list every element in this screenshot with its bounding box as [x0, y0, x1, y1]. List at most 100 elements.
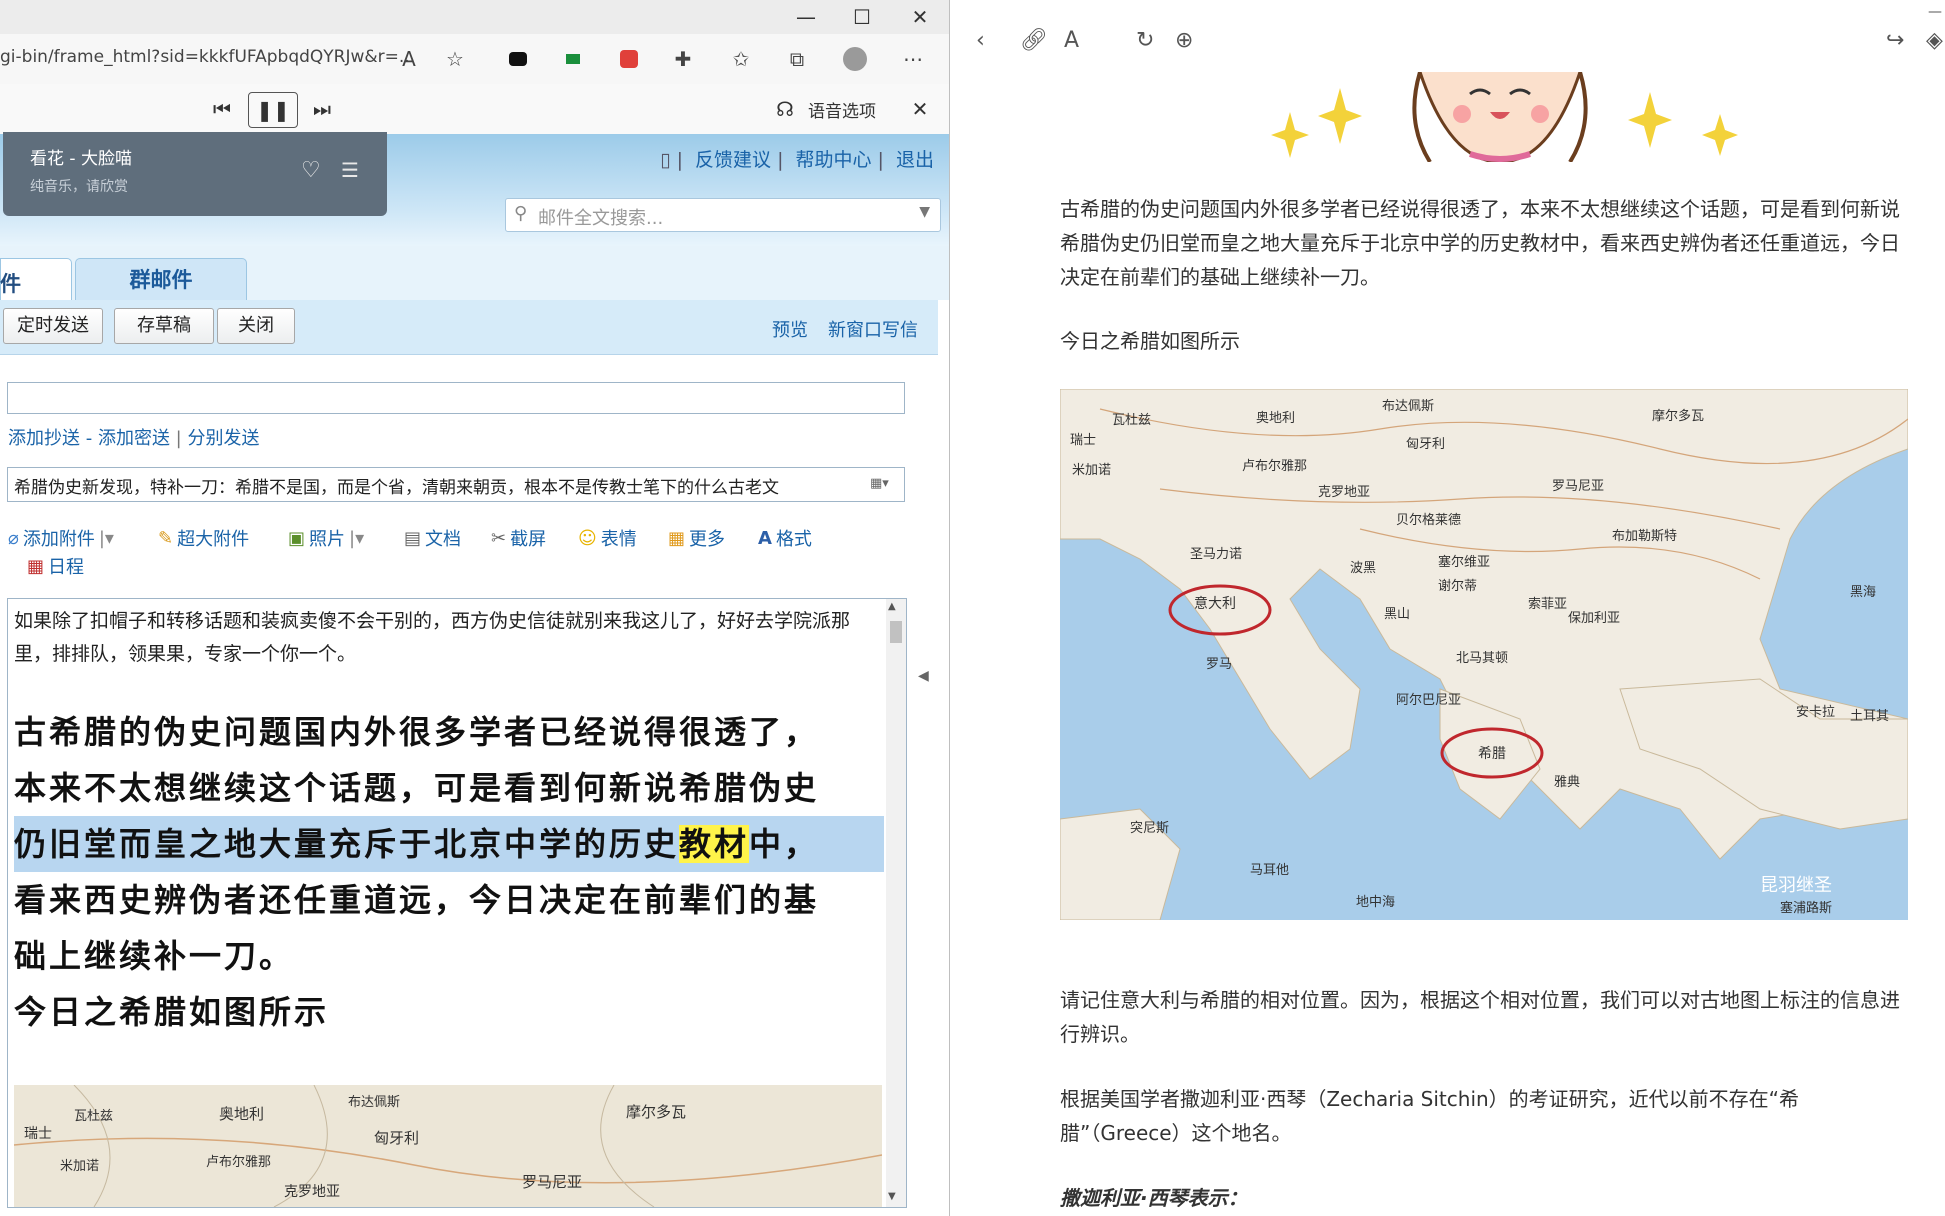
logout-link[interactable]: 退出	[896, 149, 934, 171]
more-menu-icon[interactable]: ⋯	[898, 44, 928, 74]
map-label: 北马其顿	[1456, 651, 1509, 666]
new-window-compose-link[interactable]: 新窗口写信	[828, 316, 918, 342]
url-field[interactable]: gi-bin/frame_html?sid=kkkfUFApbqdQYRJw&r…	[0, 47, 415, 67]
mail-body-editor[interactable]: 如果除了扣帽子和转移话题和装疯卖傻不会干别的，西方伪史信徒就别来我这儿了，好好去…	[7, 598, 907, 1208]
extension-green-icon[interactable]	[558, 44, 588, 74]
map-label: 突尼斯	[1130, 821, 1170, 836]
article-body: 古希腊的伪史问题国内外很多学者已经说得很透了，本来不太想继续这个话题，可是看到何…	[1060, 192, 1910, 388]
add-bcc-link[interactable]: 添加密送	[98, 428, 170, 449]
minimize-right-icon[interactable]: —	[1928, 4, 1942, 20]
puzzle-icon[interactable]: ✚	[668, 44, 698, 74]
search-icon: ⚲	[514, 203, 528, 224]
article-paragraph: 今日之希腊如图所示	[1060, 329, 1240, 353]
map-label: 奥地利	[1256, 411, 1296, 426]
big-attachment-button[interactable]: ✎ 超大附件	[158, 525, 249, 551]
help-link[interactable]: 帮助中心	[796, 149, 872, 171]
close-read-aloud-icon[interactable]: ✕	[905, 92, 935, 126]
favorites-icon[interactable]: ✩	[726, 44, 756, 74]
title-bar: — ☐ ✕	[0, 0, 949, 34]
voice-options-button[interactable]: 语音选项	[808, 92, 876, 126]
read-aloud-bar: ⏮ ❚❚ ⏭ ☊ 语音选项 ✕	[0, 84, 949, 135]
photo-button[interactable]: ▣ 照片 |▾	[288, 525, 364, 551]
collections-icon[interactable]: ⧉	[782, 44, 812, 74]
back-icon[interactable]: ‹	[976, 28, 985, 53]
add-cc-link[interactable]: 添加抄送	[8, 428, 80, 449]
scheduled-send-button[interactable]: 定时发送	[3, 308, 103, 344]
heart-icon[interactable]: ♡	[301, 158, 321, 183]
map-label: 布达佩斯	[1382, 399, 1435, 414]
tab-group-mail[interactable]: 群邮件	[75, 258, 247, 301]
close-window-button[interactable]: ✕	[892, 0, 948, 34]
refresh-icon[interactable]: ↻	[1136, 28, 1154, 53]
profile-avatar-icon[interactable]	[840, 44, 870, 74]
scroll-down-icon[interactable]: ▼	[888, 1191, 896, 1202]
paperclip-icon: ⌀	[8, 527, 19, 549]
europe-map-image: 瑞士 瓦杜兹 奥地利 布达佩斯 摩尔多瓦 米加诺 卢布尔雅那 匈牙利 克罗地亚 …	[1060, 389, 1908, 920]
subject-field[interactable]: 希腊伪史新发现，特补一刀：希腊不是国，而是个省，清朝来朝贡，根本不是传教士笔下的…	[7, 467, 905, 502]
emoji-button[interactable]: ☺ 表情	[578, 525, 637, 551]
map-label: 黑海	[1850, 585, 1877, 600]
map-label: 阿尔巴尼亚	[1396, 693, 1462, 708]
close-compose-button[interactable]: 关闭	[217, 308, 295, 344]
editor-main-text: 古希腊的伪史问题国内外很多学者已经说得很透了， 本来不太想继续这个话题，可是看到…	[14, 704, 884, 1040]
globe-icon[interactable]: ⊕	[1175, 28, 1193, 53]
minimize-button[interactable]: —	[778, 0, 834, 34]
collapse-panel-icon[interactable]: ◀	[918, 668, 929, 684]
map-label-italy: 意大利	[1194, 596, 1236, 612]
cube-icon[interactable]: ◈	[1926, 28, 1943, 53]
mail-browser-window: — ☐ ✕ gi-bin/frame_html?sid=kkkfUFApbqdQ…	[0, 0, 950, 1216]
maximize-button[interactable]: ☐	[834, 0, 890, 34]
next-icon[interactable]: ⏭	[305, 92, 339, 126]
scroll-up-icon[interactable]: ▲	[888, 601, 896, 612]
more-tools-button[interactable]: ▦ 更多	[668, 525, 725, 551]
scroll-thumb[interactable]	[890, 621, 902, 643]
tab-compose[interactable]: 邮件	[0, 258, 72, 301]
editor-map-image: 瑞士 瓦杜兹 奥地利 布达佩斯 匈牙利 摩尔多瓦 米加诺 卢布尔雅那 克罗地亚 …	[14, 1085, 882, 1207]
extension-icon[interactable]	[503, 44, 533, 74]
link-icon[interactable]: 🔗︎	[1020, 28, 1048, 53]
map-label: 瑞士	[1070, 433, 1097, 448]
compose-actions: 定时发送 存草稿 关闭 预览 新窗口写信	[0, 300, 938, 355]
map-label: 匈牙利	[1406, 437, 1446, 452]
read-aloud-icon[interactable]: A	[394, 44, 424, 74]
music-title: 看花 - 大脸喵	[30, 149, 132, 169]
map-label-greece: 希腊	[1478, 746, 1506, 762]
font-size-icon[interactable]: A	[1064, 28, 1079, 53]
extension-red-icon[interactable]	[614, 44, 644, 74]
feedback-link[interactable]: 反馈建议	[695, 149, 771, 171]
previous-icon[interactable]: ⏮	[205, 92, 239, 126]
voice-icon: ☊	[776, 97, 794, 121]
playlist-icon[interactable]: ☰	[341, 158, 359, 182]
map-label: 摩尔多瓦	[1652, 409, 1705, 424]
phone-icon[interactable]: ▯	[660, 149, 670, 171]
big-attach-icon: ✎	[158, 527, 174, 549]
document-button[interactable]: ▤ 文档	[404, 525, 461, 551]
map-label: 瓦杜兹	[1112, 413, 1152, 428]
music-player-card[interactable]: 看花 - 大脸喵 纯音乐，请欣赏 ♡ ☰	[3, 132, 387, 216]
add-attachment-button[interactable]: ⌀ 添加附件 |▾	[8, 525, 114, 551]
separate-send-link[interactable]: 分别发送	[187, 428, 259, 449]
map-label: 米加诺	[1072, 463, 1112, 478]
share-icon[interactable]: ↪	[1886, 28, 1904, 53]
map-label: 波黑	[1350, 561, 1377, 576]
pause-icon[interactable]: ❚❚	[248, 92, 298, 128]
screenshot-icon: ✂	[491, 527, 507, 549]
map-label: 克罗地亚	[1318, 485, 1371, 500]
subject-options-icon[interactable]: ▦▾	[870, 476, 898, 494]
editor-scrollbar[interactable]: ▲ ▼	[886, 599, 906, 1207]
search-dropdown-icon[interactable]: ▼	[919, 204, 930, 220]
mail-search-input[interactable]: ⚲ 邮件全文搜索... ▼	[505, 198, 941, 232]
map-label: 安卡拉	[1796, 705, 1836, 720]
preview-link[interactable]: 预览	[772, 316, 808, 342]
format-button[interactable]: A 格式	[758, 525, 812, 551]
schedule-button[interactable]: ▦ 日程	[27, 553, 84, 579]
favorite-add-icon[interactable]: ☆	[440, 44, 470, 74]
format-icon: A	[758, 527, 772, 549]
screenshot-button[interactable]: ✂ 截屏	[491, 525, 546, 551]
cartoon-header-image	[1150, 71, 1770, 164]
article-paragraph: 根据美国学者撒迦利亚·西琴（Zecharia Sitchin）的考证研究，近代以…	[1060, 1087, 1800, 1145]
article-quote-heading: 撒迦利亚·西琴表示：	[1060, 1186, 1248, 1210]
map-label: 圣马力诺	[1190, 547, 1243, 562]
save-draft-button[interactable]: 存草稿	[114, 308, 214, 344]
recipient-field[interactable]	[7, 382, 905, 414]
